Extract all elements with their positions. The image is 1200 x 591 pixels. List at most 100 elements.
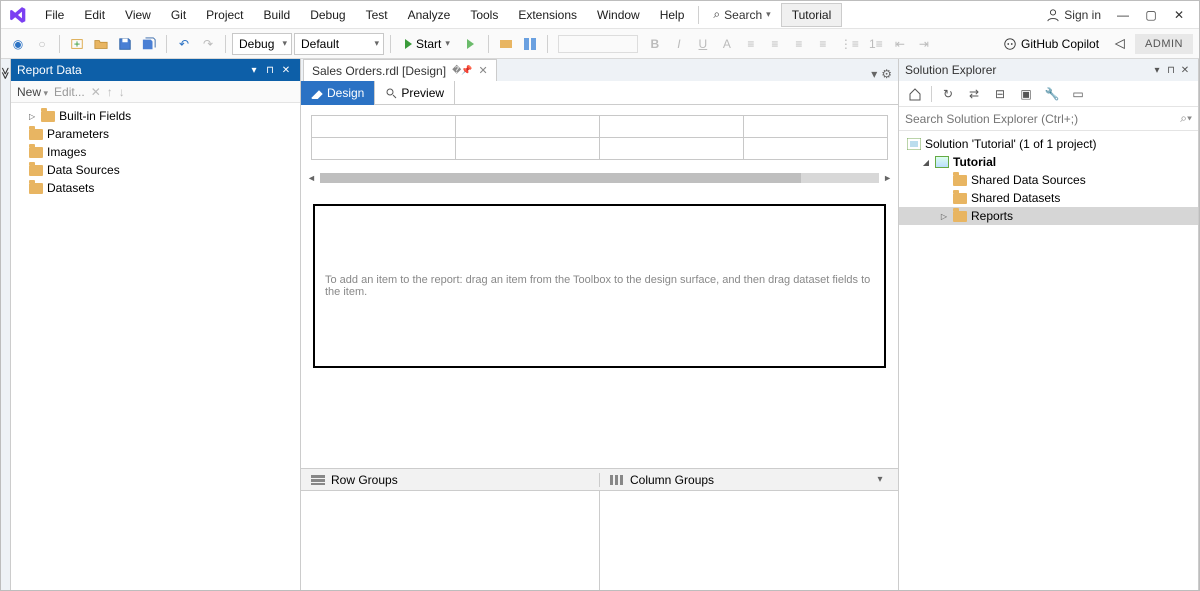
config-select[interactable]: Debug [232,33,292,55]
justify-button[interactable]: ≡ [812,33,834,55]
nav-fwd-button[interactable]: ○ [31,33,53,55]
sol-properties-button[interactable]: 🔧 [1042,84,1062,104]
solution-project[interactable]: ◢ Tutorial [899,153,1198,171]
design-mode-tab[interactable]: Design [301,81,375,105]
report-data-new-button[interactable]: New [17,85,48,99]
tab-settings-icon[interactable]: ⚙ [881,67,892,81]
save-button[interactable] [114,33,136,55]
solution-reports[interactable]: ▷Reports [899,207,1198,225]
expand-icon[interactable]: ◢ [921,158,931,167]
solution-root[interactable]: Solution 'Tutorial' (1 of 1 project) [899,135,1198,153]
redo-button[interactable]: ↷ [197,33,219,55]
save-all-button[interactable] [138,33,160,55]
underline-button[interactable]: U [692,33,714,55]
tab-overflow-icon[interactable]: ▾ [871,67,877,81]
parameter-grid[interactable] [311,115,888,160]
report-data-edit-button[interactable]: Edit... [54,85,85,99]
up-icon[interactable]: ↑ [107,85,113,99]
window-close-button[interactable]: ✕ [1165,5,1193,25]
menu-build[interactable]: Build [254,4,301,26]
menu-edit[interactable]: Edit [74,4,115,26]
solution-explorer-header[interactable]: Solution Explorer ▾ ⊓ ✕ [899,59,1198,81]
panel-close-icon[interactable]: ✕ [1178,65,1192,76]
sol-switch-button[interactable]: ⇄ [964,84,984,104]
groups-dropdown-icon[interactable]: ▾ [872,474,888,485]
menu-file[interactable]: File [35,4,74,26]
solution-search-input[interactable] [905,112,1180,126]
menu-tutorial[interactable]: Tutorial [781,3,843,27]
panel-dropdown-icon[interactable]: ▾ [1150,65,1164,76]
preview-mode-tab[interactable]: Preview [375,81,455,105]
list-bullet-button[interactable]: ⋮≡ [836,33,863,55]
panel-close-icon[interactable]: ✕ [278,62,294,78]
undo-button[interactable]: ↶ [173,33,195,55]
delete-icon[interactable]: ✕ [91,85,101,99]
ruler-scrollbar[interactable]: ◄► [301,170,898,186]
report-body[interactable]: To add an item to the report: drag an it… [313,204,886,368]
window-minimize-button[interactable]: ― [1109,5,1137,25]
nav-back-button[interactable]: ◉ [7,33,29,55]
github-copilot-button[interactable]: GitHub Copilot [997,37,1105,51]
window-maximize-button[interactable]: ▢ [1137,5,1165,25]
platform-select[interactable]: Default [294,33,384,55]
tree-parameters[interactable]: Parameters [11,125,300,143]
menu-project[interactable]: Project [196,4,253,26]
menu-search[interactable]: ⌕ Search ▾ [703,7,780,22]
menu-test[interactable]: Test [356,4,398,26]
start-without-debug-button[interactable] [460,33,482,55]
panel-pin-icon[interactable]: ⊓ [262,62,278,78]
font-color-button[interactable]: A [716,33,738,55]
tree-images[interactable]: Images [11,143,300,161]
sol-preview-button[interactable]: ▭ [1068,84,1088,104]
solution-shared-data-sources[interactable]: Shared Data Sources [899,171,1198,189]
menu-extensions[interactable]: Extensions [508,4,587,26]
list-number-button[interactable]: 1≡ [865,33,887,55]
new-project-button[interactable] [66,33,88,55]
align-right-button[interactable]: ≡ [788,33,810,55]
solution-search[interactable]: ⌕▾ [899,107,1198,131]
sol-home-button[interactable] [905,84,925,104]
search-icon: ⌕▾ [1180,111,1192,126]
sol-refresh-button[interactable]: ↻ [938,84,958,104]
menu-window[interactable]: Window [587,4,650,26]
expand-icon[interactable]: ▷ [939,212,949,221]
menu-debug[interactable]: Debug [300,4,355,26]
row-groups-pane[interactable] [301,491,599,590]
bold-button[interactable]: B [644,33,666,55]
row-groups-header[interactable]: Row Groups [301,473,599,487]
italic-button[interactable]: I [668,33,690,55]
toolbox-flyout[interactable]: ≫ [1,59,11,590]
sol-showall-button[interactable]: ▣ [1016,84,1036,104]
down-icon[interactable]: ↓ [119,85,125,99]
tool-icon-2[interactable] [519,33,541,55]
document-tab[interactable]: Sales Orders.rdl [Design] �📌 ✕ [303,59,497,81]
column-groups-pane[interactable] [599,491,898,590]
tree-data-sources[interactable]: Data Sources [11,161,300,179]
start-button[interactable]: Start ▾ [397,37,458,51]
menu-tools[interactable]: Tools [460,4,508,26]
menu-git[interactable]: Git [161,4,196,26]
menu-view[interactable]: View [115,4,161,26]
tree-datasets[interactable]: Datasets [11,179,300,197]
indent-button[interactable]: ⇥ [913,33,935,55]
menu-analyze[interactable]: Analyze [398,4,461,26]
copilot-label: GitHub Copilot [1021,37,1099,51]
report-data-header[interactable]: Report Data ▾ ⊓ ✕ [11,59,300,81]
sol-collapse-button[interactable]: ⊟ [990,84,1010,104]
open-button[interactable] [90,33,112,55]
menu-help[interactable]: Help [650,4,695,26]
tool-icon-1[interactable] [495,33,517,55]
align-center-button[interactable]: ≡ [764,33,786,55]
share-button[interactable] [1109,33,1131,55]
sign-in-button[interactable]: Sign in [1038,8,1109,22]
solution-shared-datasets[interactable]: Shared Datasets [899,189,1198,207]
outdent-button[interactable]: ⇤ [889,33,911,55]
tree-built-in-fields[interactable]: Built-in Fields [11,107,300,125]
close-icon[interactable]: ✕ [479,64,488,77]
format-empty [554,33,642,55]
align-left-button[interactable]: ≡ [740,33,762,55]
panel-pin-icon[interactable]: ⊓ [1164,65,1178,76]
pin-icon[interactable]: �📌 [452,65,472,76]
panel-dropdown-icon[interactable]: ▾ [246,62,262,78]
column-groups-header[interactable]: Column Groups ▾ [599,473,898,487]
